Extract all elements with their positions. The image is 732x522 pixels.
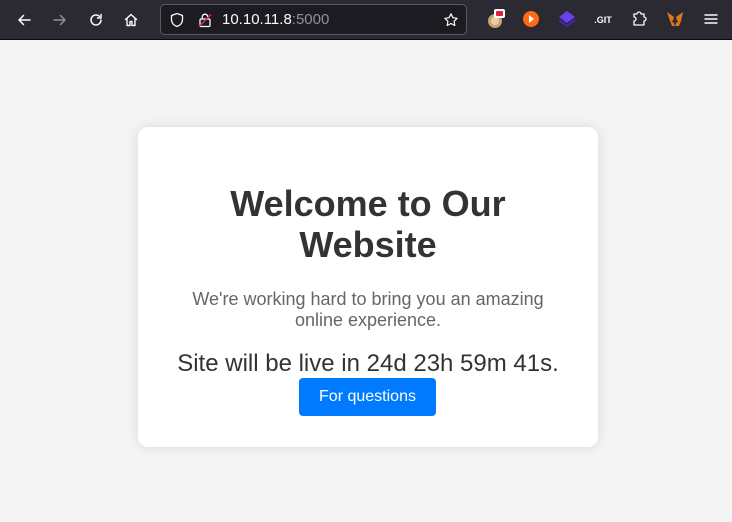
- address-bar[interactable]: 10.10.11.8:5000: [160, 4, 467, 35]
- hamburger-menu-icon: [704, 14, 718, 24]
- forward-button[interactable]: [46, 6, 74, 34]
- home-icon: [124, 13, 138, 27]
- page-subtext: We're working hard to bring you an amazi…: [192, 289, 544, 330]
- hamburger-menu-button[interactable]: [700, 8, 722, 30]
- extension-duckduckgo-icon[interactable]: [520, 8, 542, 30]
- reload-icon: [90, 13, 102, 26]
- questions-button[interactable]: For questions: [299, 378, 436, 416]
- content-card: Welcome to Our Website We're working har…: [138, 127, 598, 447]
- forward-arrow-icon: [53, 14, 66, 26]
- home-button[interactable]: [117, 6, 145, 34]
- url-text[interactable]: 10.10.11.8:5000: [222, 12, 329, 28]
- launch-countdown: Site will be live in 24d 23h 59m 41s.: [177, 350, 559, 377]
- reload-button[interactable]: [82, 6, 110, 34]
- browser-toolbar: 10.10.11.8:5000 .GIT: [0, 0, 732, 40]
- back-button[interactable]: [10, 6, 38, 34]
- extension-hackbar-icon[interactable]: [485, 8, 507, 30]
- back-arrow-icon: [18, 14, 31, 26]
- url-host: 10.10.11.8: [222, 11, 292, 28]
- tracking-protection-shield-icon[interactable]: [169, 12, 185, 28]
- extension-dotgit-icon[interactable]: .GIT: [592, 8, 614, 30]
- bookmark-star-icon[interactable]: [443, 12, 459, 28]
- svg-text:.GIT: .GIT: [594, 15, 612, 25]
- page-heading: Welcome to Our Website: [230, 183, 506, 265]
- url-port: :5000: [291, 11, 330, 28]
- extension-wappalyzer-icon[interactable]: [556, 8, 578, 30]
- extension-metamask-icon[interactable]: [664, 8, 686, 30]
- extensions-puzzle-icon[interactable]: [628, 8, 650, 30]
- insecure-lock-icon[interactable]: [197, 12, 213, 28]
